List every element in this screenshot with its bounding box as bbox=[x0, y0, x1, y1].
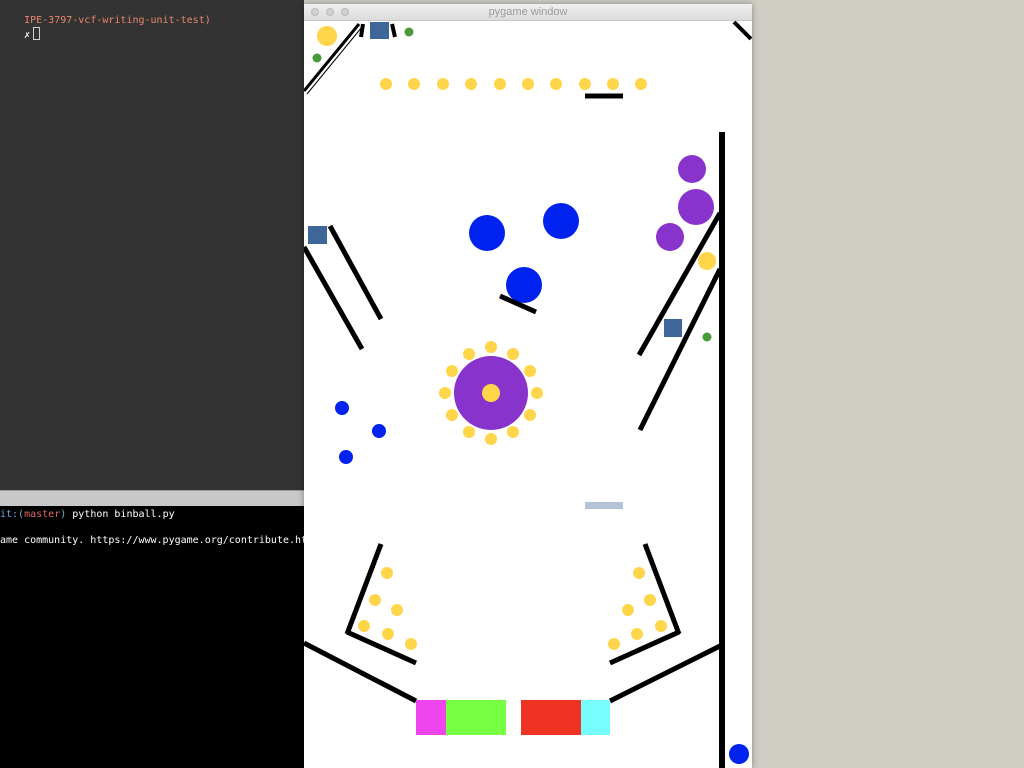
purple-bumper bbox=[656, 223, 684, 251]
terminal-output-line: ame community. https://www.pygame.org/co… bbox=[0, 535, 304, 546]
yellow-peg bbox=[446, 409, 458, 421]
goal-magenta bbox=[416, 700, 446, 735]
git-prefix: it:( bbox=[0, 509, 25, 520]
yellow-peg bbox=[631, 628, 643, 640]
pygame-window[interactable]: pygame window bbox=[304, 4, 752, 768]
yellow-peg bbox=[439, 387, 451, 399]
top-gate-right bbox=[390, 23, 397, 38]
terminal-split-divider[interactable] bbox=[0, 490, 304, 506]
yellow-peg bbox=[524, 409, 536, 421]
yellow-peg bbox=[507, 426, 519, 438]
center-yellow-core bbox=[482, 384, 500, 402]
blue-bumper bbox=[506, 267, 542, 303]
yellow-peg bbox=[382, 628, 394, 640]
goal-green bbox=[446, 700, 506, 735]
yellow-peg bbox=[607, 78, 619, 90]
player-paddle bbox=[585, 502, 623, 509]
yellow-peg bbox=[507, 348, 519, 360]
yellow-peg bbox=[579, 78, 591, 90]
yellow-peg bbox=[465, 78, 477, 90]
terminal-prompt-line: IPE-3797-vcf-writing-unit-test) ✗ bbox=[0, 3, 211, 54]
terminal-top-pane[interactable]: IPE-3797-vcf-writing-unit-test) ✗ bbox=[0, 0, 304, 490]
target-square bbox=[664, 319, 682, 337]
blue-ball bbox=[339, 450, 353, 464]
git-branch: master bbox=[24, 509, 61, 520]
yellow-peg bbox=[463, 348, 475, 360]
yellow-peg bbox=[380, 78, 392, 90]
yellow-peg bbox=[485, 341, 497, 353]
yellow-peg bbox=[698, 252, 716, 270]
yellow-peg bbox=[633, 567, 645, 579]
command-text: python binball.py bbox=[66, 509, 175, 520]
yellow-peg bbox=[550, 78, 562, 90]
left-funnel-wall bbox=[304, 640, 418, 704]
yellow-peg bbox=[522, 78, 534, 90]
yellow-peg bbox=[358, 620, 370, 632]
launcher-ball bbox=[729, 744, 749, 764]
top-left-bumper-yellow bbox=[317, 26, 337, 46]
yellow-peg bbox=[437, 78, 449, 90]
target-square bbox=[370, 22, 389, 39]
blue-bumper bbox=[469, 215, 505, 251]
blue-bumper bbox=[543, 203, 579, 239]
goal-red bbox=[521, 700, 581, 735]
purple-bumper bbox=[678, 155, 706, 183]
yellow-peg bbox=[405, 638, 417, 650]
green-dot bbox=[312, 53, 322, 63]
terminal-cursor bbox=[33, 27, 41, 40]
yellow-peg bbox=[485, 433, 497, 445]
yellow-peg bbox=[446, 365, 458, 377]
yellow-peg bbox=[408, 78, 420, 90]
target-square bbox=[308, 226, 327, 244]
goal-cyan bbox=[581, 700, 610, 735]
right-slingshot-base bbox=[608, 629, 681, 666]
terminal-bottom-pane[interactable]: it:(master) python binball.py ame commun… bbox=[0, 506, 304, 768]
prompt-branch: IPE-3797-vcf-writing-unit-test) bbox=[24, 15, 211, 26]
green-dot bbox=[404, 27, 414, 37]
yellow-peg bbox=[622, 604, 634, 616]
yellow-peg bbox=[381, 567, 393, 579]
window-title: pygame window bbox=[488, 6, 568, 18]
yellow-peg bbox=[635, 78, 647, 90]
yellow-peg bbox=[494, 78, 506, 90]
green-dot bbox=[702, 332, 712, 342]
yellow-peg bbox=[608, 638, 620, 650]
yellow-peg bbox=[655, 620, 667, 632]
blue-ball bbox=[335, 401, 349, 415]
top-peg-row bbox=[380, 78, 647, 90]
blue-ball bbox=[372, 424, 386, 438]
yellow-peg bbox=[531, 387, 543, 399]
yellow-peg bbox=[391, 604, 403, 616]
yellow-peg bbox=[524, 365, 536, 377]
top-right-corner-wall bbox=[732, 21, 752, 41]
yellow-peg bbox=[644, 594, 656, 606]
purple-bumper bbox=[678, 189, 714, 225]
terminal-command-line: it:(master) python binball.py bbox=[0, 509, 175, 521]
top-gate-left bbox=[359, 23, 365, 38]
game-canvas[interactable] bbox=[304, 21, 752, 768]
left-slingshot-base bbox=[345, 629, 418, 666]
left-lane-wall-outer bbox=[304, 245, 365, 351]
prompt-dirty-marker: ✗ bbox=[24, 30, 31, 41]
yellow-peg bbox=[369, 594, 381, 606]
window-titlebar[interactable]: pygame window bbox=[304, 4, 752, 21]
yellow-peg bbox=[463, 426, 475, 438]
right-lower-rail bbox=[637, 267, 723, 432]
